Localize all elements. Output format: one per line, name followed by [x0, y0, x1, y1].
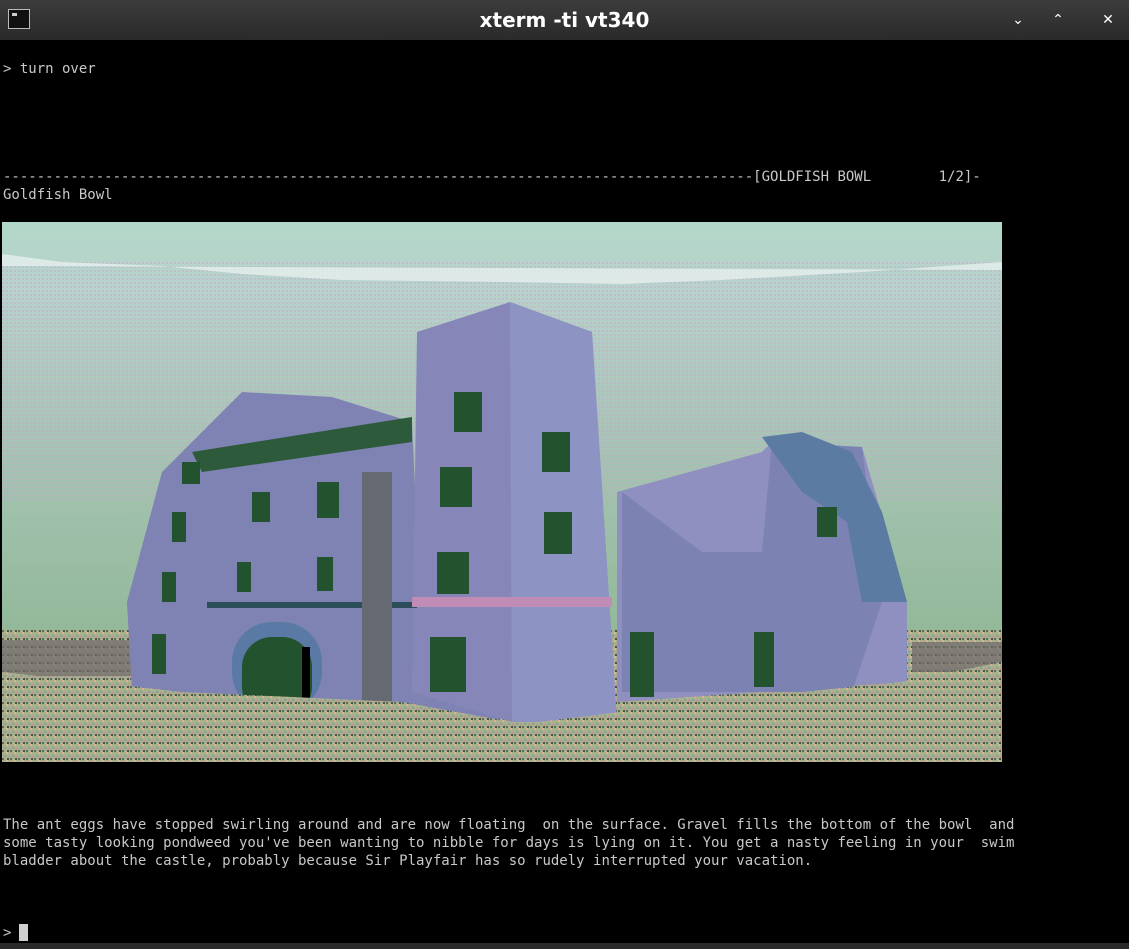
- input-prompt: >: [3, 925, 12, 941]
- chevron-down-icon: ⌄: [1012, 12, 1024, 28]
- description-line-2: some tasty looking pondweed you've been …: [3, 835, 1015, 851]
- close-button[interactable]: ✕: [1098, 10, 1118, 30]
- text-cursor[interactable]: [19, 924, 28, 941]
- goldfish-bowl-illustration: [2, 222, 1002, 762]
- description-line-1: The ant eggs have stopped swirling aroun…: [3, 817, 1015, 833]
- command-echo: > turn over: [3, 61, 96, 77]
- status-bar-line: ----------------------------------------…: [3, 169, 981, 185]
- title-bar[interactable]: xterm -ti vt340 ⌄ ⌃ ✕: [0, 0, 1129, 40]
- room-name: Goldfish Bowl: [3, 187, 113, 203]
- close-icon: ✕: [1102, 12, 1114, 28]
- minimize-button[interactable]: ⌄: [1008, 10, 1028, 30]
- terminal-area[interactable]: > turn over ----------------------------…: [0, 40, 1129, 943]
- window-title: xterm -ti vt340: [479, 8, 650, 32]
- chevron-up-icon: ⌃: [1052, 12, 1064, 28]
- maximize-button[interactable]: ⌃: [1048, 10, 1068, 30]
- window-bottom-border: [0, 943, 1129, 949]
- description-line-3: bladder about the castle, probably becau…: [3, 853, 813, 869]
